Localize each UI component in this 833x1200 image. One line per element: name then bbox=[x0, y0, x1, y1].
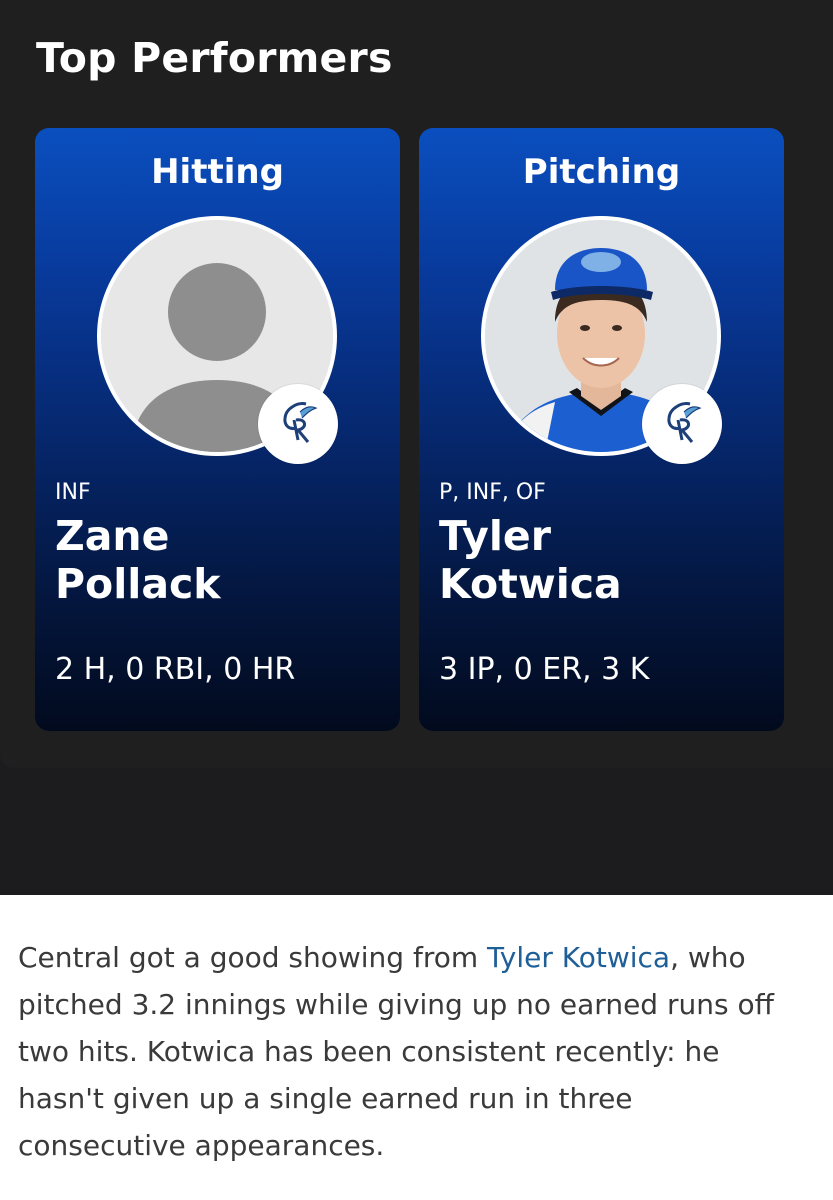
player-stats: 3 IP, 0 ER, 3 K bbox=[439, 652, 650, 687]
pitching-performer-card[interactable]: Pitching P, INF, OF Tyler Kotwica 3 IP, … bbox=[419, 128, 784, 731]
article-text-before-link: Central got a good showing from bbox=[18, 941, 488, 974]
player-stats: 2 H, 0 RBI, 0 HR bbox=[55, 652, 296, 687]
panel-title: Top Performers bbox=[36, 34, 393, 82]
card-category: Pitching bbox=[522, 152, 681, 192]
player-name[interactable]: Tyler Kotwica bbox=[439, 512, 759, 608]
team-logo-badge bbox=[642, 384, 722, 464]
player-first-name: Zane bbox=[55, 512, 170, 560]
player-link-tyler-kotwica[interactable]: Tyler Kotwica bbox=[487, 941, 670, 974]
player-last-name: Kotwica bbox=[439, 560, 622, 608]
player-position: P, INF, OF bbox=[439, 480, 546, 505]
article-paragraph: Central got a good showing from Tyler Ko… bbox=[18, 934, 808, 1169]
team-logo-badge bbox=[258, 384, 338, 464]
player-name[interactable]: Zane Pollack bbox=[55, 512, 375, 608]
team-logo-icon bbox=[283, 402, 318, 443]
top-performers-panel: Top Performers Hitting INF Zane Pollack bbox=[0, 0, 833, 768]
player-first-name: Tyler bbox=[439, 512, 551, 560]
hitting-performer-card[interactable]: Hitting INF Zane Pollack 2 H, 0 RBI, 0 H… bbox=[35, 128, 400, 731]
player-last-name: Pollack bbox=[55, 560, 221, 608]
article-text-after-link: , who pitched 3.2 innings while giving u… bbox=[18, 941, 774, 1162]
card-category: Hitting bbox=[151, 152, 284, 192]
player-position: INF bbox=[55, 480, 91, 505]
team-logo-icon bbox=[667, 402, 702, 443]
